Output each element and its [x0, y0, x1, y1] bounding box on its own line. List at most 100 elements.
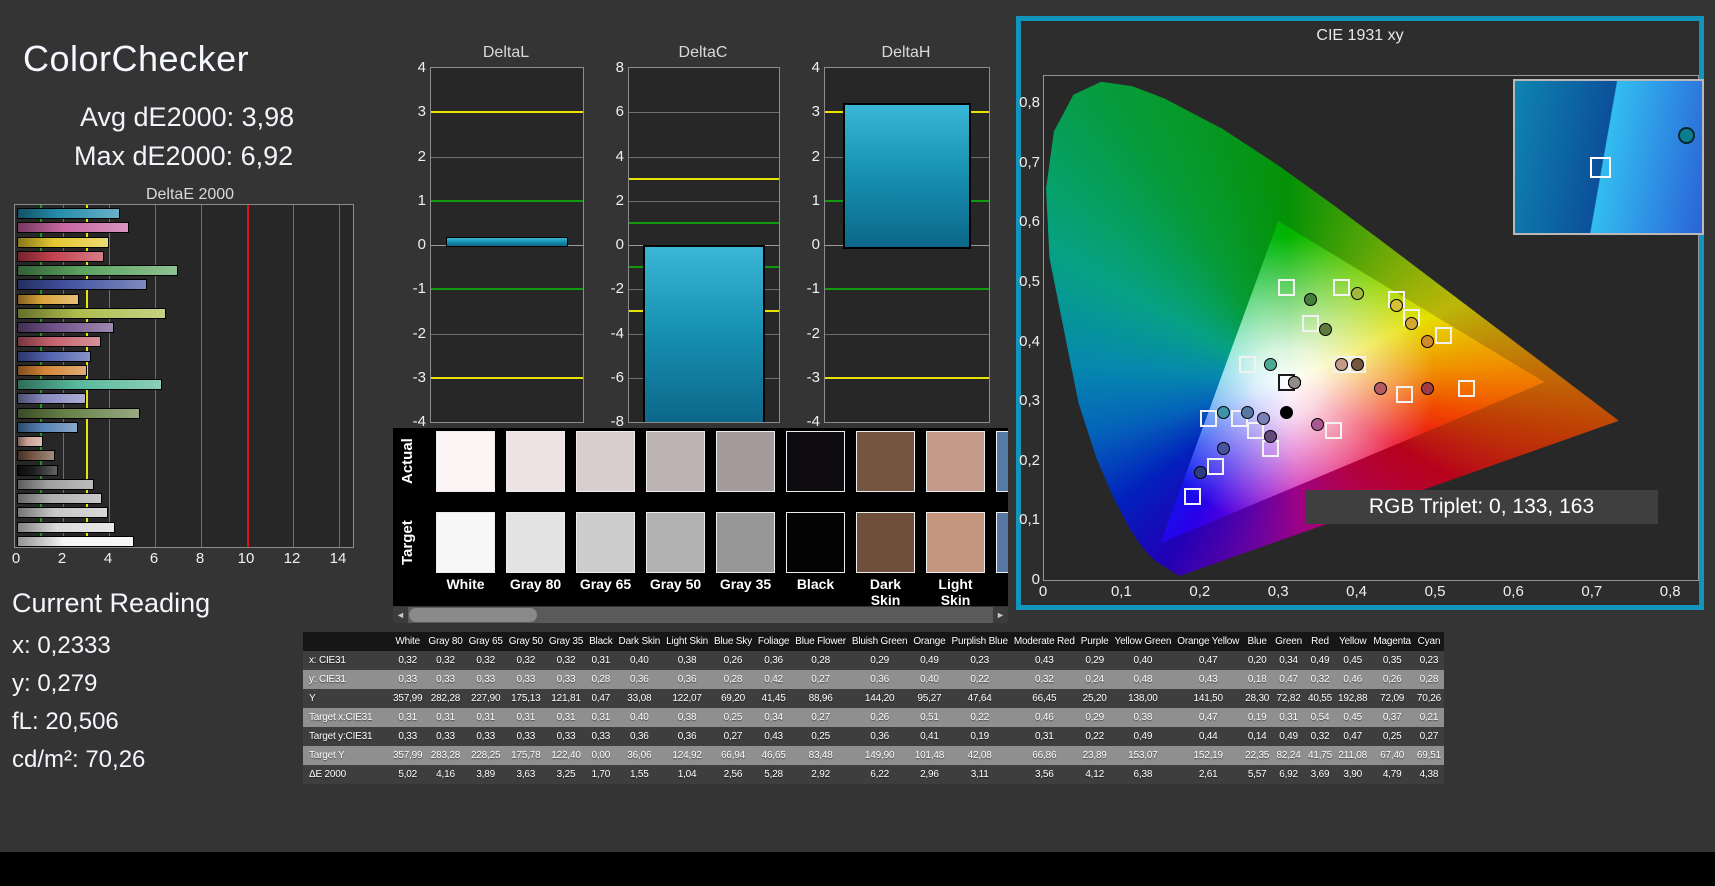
table-row--e-2000[interactable]: ΔE 2000 5,02 4,16 3,89 3,63 3,25 1,70 1,55 1,04 2…	[303, 765, 1444, 784]
swatch-target-white[interactable]	[436, 512, 495, 573]
table-cell: 0,49	[1279, 731, 1298, 742]
table-cell: 0,33	[436, 731, 455, 742]
swatch-actual-black[interactable]	[786, 431, 845, 492]
table-cell: 0,31	[591, 712, 611, 723]
deltah-title: DeltaH	[881, 44, 931, 61]
column-header-purple: Purple	[1080, 636, 1109, 647]
swatch-actual-light-skin[interactable]	[926, 431, 985, 492]
table-row-target-x-cie31[interactable]: Target x:CIE31 0,31 0,31 0,31 0,31 0,31 0,31 0,…	[303, 708, 1444, 727]
deltac-title: DeltaC	[678, 44, 728, 61]
axis-tick-label: -1	[412, 280, 426, 298]
table-cell: 40,55	[1307, 693, 1332, 704]
deltae-bar-orange-yellow	[17, 293, 80, 305]
swatch-target-gray-35[interactable]	[716, 512, 775, 573]
deltae-bar-orange	[17, 364, 88, 376]
column-header-yellow: Yellow	[1339, 636, 1367, 647]
swatch-actual-gray-80[interactable]	[506, 431, 565, 492]
table-row-target-y-cie31[interactable]: Target y:CIE31 0,33 0,33 0,33 0,33 0,33 0,33 0,…	[303, 727, 1444, 746]
table-cell: 36,06	[627, 750, 652, 761]
table-cell: 4,12	[1085, 769, 1104, 780]
deltae-bar-red	[17, 250, 104, 262]
row-label: x: CIE31	[309, 655, 346, 666]
table-cell: 282,28	[430, 693, 461, 704]
axis-tick-label: 2	[811, 147, 820, 165]
table-row-x-cie31[interactable]: x: CIE31 0,32 0,32 0,32 0,32 0,32 0,31 0,40 0,38…	[303, 651, 1444, 670]
swatch-scrollbar[interactable]: ◄ ►	[393, 607, 1008, 623]
swatch-target-blue-sky[interactable]	[996, 512, 1008, 573]
table-cell: 0,33	[398, 674, 418, 685]
table-cell: 3,56	[1034, 769, 1054, 780]
swatch-target-gray-50[interactable]	[646, 512, 705, 573]
column-header-white: White	[395, 636, 420, 647]
table-cell: 0,49	[1310, 655, 1330, 666]
axis-tick-label: -2	[412, 324, 426, 342]
table-cell: 83,48	[808, 750, 833, 761]
table-cell: 23,89	[1082, 750, 1107, 761]
scroll-thumb[interactable]	[409, 608, 537, 622]
column-header-foliage: Foliage	[757, 636, 790, 647]
swatch-target-gray-65[interactable]	[576, 512, 635, 573]
deltac-bar	[643, 245, 765, 422]
reading-fl: fL: 20,506	[12, 708, 119, 735]
table-cell: 149,90	[864, 750, 895, 761]
table-cell: 124,92	[672, 750, 702, 761]
swatch-target-dark-skin[interactable]	[856, 512, 915, 573]
swatch-actual-gray-35[interactable]	[716, 431, 775, 492]
gridline	[629, 112, 779, 114]
axis-tick-label: 2	[417, 147, 426, 165]
deltae-bar-blue-sky	[17, 421, 78, 433]
table-cell: 0,47	[1343, 731, 1363, 742]
table-cell: 0,36	[764, 655, 783, 666]
axis-tick-label: 1	[811, 191, 820, 209]
scroll-left-arrow[interactable]: ◄	[393, 607, 408, 623]
column-header-blue-sky: Blue Sky	[714, 636, 752, 647]
swatch-target-black[interactable]	[786, 512, 845, 573]
table-cell: 0,37	[1382, 712, 1402, 723]
table-cell: 6,92	[1279, 769, 1298, 780]
table-cell: 0,44	[1198, 731, 1218, 742]
gridline	[629, 200, 779, 202]
axis-tick-label: -3	[412, 368, 426, 386]
deltae-bar-green	[17, 265, 179, 276]
swatch-actual-gray-65[interactable]	[576, 431, 635, 492]
swatch-actual-gray-50[interactable]	[646, 431, 705, 492]
table-cell: 0,31	[436, 712, 455, 723]
table-cell: 0,28	[723, 674, 743, 685]
swatch-actual-white[interactable]	[436, 431, 495, 492]
axis-tick-label: 4	[615, 147, 624, 165]
table-cell: 0,14	[1247, 731, 1267, 742]
table-cell: 0,00	[591, 750, 611, 761]
table-cell: 0,46	[1034, 712, 1054, 723]
table-cell: 0,40	[920, 674, 939, 685]
axis-tick-label: 0,8	[1659, 583, 1681, 600]
deltal-bar	[446, 237, 568, 247]
measured-point-dark-skin	[1350, 358, 1364, 372]
axis-tick-label: 0	[1038, 583, 1048, 600]
table-cell: 0,45	[1343, 655, 1363, 666]
swatch-target-gray-80[interactable]	[506, 512, 565, 573]
table-cell: 152,19	[1193, 750, 1223, 761]
table-cell: 283,28	[430, 750, 461, 761]
swatch-target-light-skin[interactable]	[926, 512, 985, 573]
table-row-target-y[interactable]: Target Y 357,99 283,28 228,25 175,78 122,40 0,…	[303, 746, 1444, 765]
table-cell: 72,82	[1276, 693, 1301, 704]
table-cell: 72,09	[1380, 693, 1405, 704]
table-cell: 175,13	[511, 693, 541, 704]
target-point-foliage	[1301, 314, 1319, 332]
swatch-actual-dark-skin[interactable]	[856, 431, 915, 492]
axis-tick-label: 0	[615, 236, 624, 253]
scroll-right-arrow[interactable]: ►	[993, 607, 1008, 623]
table-cell: 25,20	[1082, 693, 1107, 704]
table-cell: 0,22	[970, 712, 989, 723]
rgb-triplet-readout: RGB Triplet: 0, 133, 163	[1305, 490, 1658, 524]
axis-tick-label: 0,1	[1110, 583, 1132, 600]
table-cell: 0,31	[476, 712, 495, 723]
table-row-y-cie31[interactable]: y: CIE31 0,33 0,33 0,33 0,33 0,33 0,28 0,36 0,36…	[303, 670, 1444, 689]
axis-tick-label: 3	[417, 103, 426, 121]
inset-target-square	[1589, 157, 1611, 178]
axis-tick-label: 6	[615, 103, 624, 121]
table-row-y[interactable]: Y 357,99 282,28 227,90 175,13 121,81 0,47 33,08…	[303, 689, 1444, 708]
swatch-actual-blue-sky[interactable]	[996, 431, 1008, 492]
table-cell: 0,32	[436, 655, 455, 666]
cie-1931-panel[interactable]: CIE 1931 xy RGB Triplet: 0, 133, 163 0,8…	[1016, 16, 1704, 610]
